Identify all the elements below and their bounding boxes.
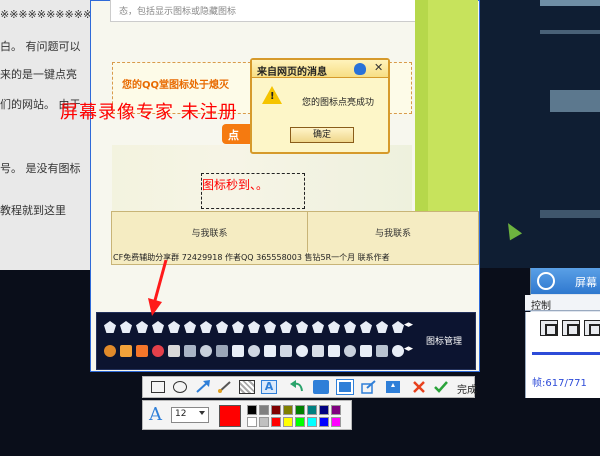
qq-badge-icon[interactable] xyxy=(184,345,196,357)
ellipse-icon[interactable] xyxy=(173,381,187,393)
green-decor-panel xyxy=(428,0,478,212)
article-line: 来的是一键点亮 xyxy=(0,68,77,81)
color-swatch[interactable] xyxy=(283,417,293,427)
contact-link-left[interactable]: 与我联系 xyxy=(112,212,308,252)
done-button[interactable]: 完成 xyxy=(457,381,477,396)
qq-badge-icon[interactable] xyxy=(200,345,212,357)
recorder-controls: 帧:617/771 xyxy=(525,312,600,398)
cancel-icon[interactable] xyxy=(411,380,427,394)
text-tool-icon[interactable]: A xyxy=(261,380,277,394)
save-icon[interactable] xyxy=(313,380,329,394)
qq-badge-icon[interactable] xyxy=(328,345,340,357)
chevron-down-icon[interactable] xyxy=(199,411,205,415)
frame-counter: 帧:617/771 xyxy=(532,378,587,389)
icon-row-nav[interactable]: ◂▸ xyxy=(404,320,413,330)
icon-row-nav[interactable]: ◂▸ xyxy=(404,344,413,354)
tab-control[interactable]: 控制 xyxy=(525,295,600,312)
check-icon[interactable] xyxy=(433,380,449,394)
qq-badge-icon[interactable] xyxy=(344,345,356,357)
dialog-title: 来自网页的消息 xyxy=(252,60,388,78)
qq-badge-icon[interactable] xyxy=(168,345,180,357)
qq-badge-icon[interactable] xyxy=(376,345,388,357)
qq-badge-icon[interactable] xyxy=(296,345,308,357)
qq-badge-icon[interactable] xyxy=(392,345,404,357)
recorder-window: 屏幕 控制 帧:617/771 xyxy=(525,268,600,398)
article-line: 白。 有问题可以 xyxy=(0,40,81,53)
color-swatch[interactable] xyxy=(307,417,317,427)
article-snippet: 态，包括显示图标或隐藏图标 xyxy=(110,0,420,22)
color-swatch[interactable] xyxy=(319,417,329,427)
close-icon[interactable]: ✕ xyxy=(374,61,383,74)
article-line: 号。 是没有图标 xyxy=(0,162,81,175)
qq-badge-icon[interactable] xyxy=(232,345,244,357)
promo-text: 您的QQ堂图标处于熄灭 xyxy=(122,80,230,91)
color-swatch[interactable] xyxy=(247,417,257,427)
stop-button[interactable] xyxy=(562,320,580,336)
article-line: ※※※※※※※※※※※ xyxy=(0,8,102,21)
red-arrow-annotation xyxy=(148,259,168,316)
qq-badge-icon[interactable] xyxy=(104,345,116,357)
qq-badge-icon[interactable] xyxy=(280,345,292,357)
font-size-select[interactable]: 12 xyxy=(171,407,209,423)
color-swatch[interactable] xyxy=(307,405,317,415)
progress-slider[interactable] xyxy=(532,352,600,355)
contact-link-right[interactable]: 与我联系 xyxy=(308,212,478,252)
warning-mark: ! xyxy=(270,91,275,102)
icon-manager-link[interactable]: 图标管理 xyxy=(426,334,462,347)
color-swatch[interactable] xyxy=(259,405,269,415)
color-swatch[interactable] xyxy=(295,417,305,427)
color-swatch[interactable] xyxy=(331,405,341,415)
play-button[interactable] xyxy=(584,320,600,336)
undo-icon[interactable] xyxy=(289,380,305,394)
mosaic-icon[interactable] xyxy=(239,380,255,394)
color-swatch[interactable] xyxy=(283,405,293,415)
qq-badge-icon[interactable] xyxy=(136,345,148,357)
recorder-watermark: 屏幕录像专家 未注册 xyxy=(60,102,238,123)
background-right-panel xyxy=(470,0,600,268)
current-color-swatch[interactable] xyxy=(219,405,241,427)
text-options-bar: A 12 xyxy=(142,400,352,430)
share-icon[interactable] xyxy=(361,380,377,394)
recorder-titlebar[interactable]: 屏幕 xyxy=(531,268,600,294)
color-swatch[interactable] xyxy=(247,405,257,415)
arrow-icon[interactable] xyxy=(195,380,211,394)
qq-badge-icon[interactable] xyxy=(264,345,276,357)
pin-icon[interactable] xyxy=(385,380,401,394)
qq-badge-icon[interactable] xyxy=(248,345,260,357)
copy-icon[interactable] xyxy=(336,379,354,395)
qq-badge-icon[interactable] xyxy=(152,345,164,357)
color-swatch[interactable] xyxy=(271,417,281,427)
qq-badge-icon[interactable] xyxy=(120,345,132,357)
rectangle-icon[interactable] xyxy=(151,381,165,393)
qq-badge-icon[interactable] xyxy=(216,345,228,357)
screenshot-toolbar: A 完成 xyxy=(142,376,477,398)
contact-table: 与我联系 与我联系 CF免费辅助分享群 72429918 作者QQ 365558… xyxy=(111,211,479,265)
icon-manager-panel xyxy=(96,312,476,370)
annotation-text: 图标秒到、。 xyxy=(202,178,269,192)
pause-button[interactable] xyxy=(540,320,558,336)
ok-button[interactable]: 确定 xyxy=(290,127,354,143)
alert-dialog: 来自网页的消息 ✕ ! 您的图标点亮成功 确定 xyxy=(250,58,390,154)
qq-badge-icon[interactable] xyxy=(312,345,324,357)
color-swatch[interactable] xyxy=(331,417,341,427)
qq-badge-icon[interactable] xyxy=(360,345,372,357)
recorder-title: 屏幕 xyxy=(575,276,597,289)
dialog-message: 您的图标点亮成功 xyxy=(302,98,375,108)
recorder-logo-icon xyxy=(537,272,555,290)
shield-icon xyxy=(354,63,366,75)
color-swatch[interactable] xyxy=(259,417,269,427)
color-swatch[interactable] xyxy=(319,405,329,415)
color-swatch[interactable] xyxy=(271,405,281,415)
font-icon: A xyxy=(149,404,162,425)
color-swatch[interactable] xyxy=(295,405,305,415)
article-line: 教程就到这里 xyxy=(0,204,66,217)
brush-icon[interactable] xyxy=(217,380,233,394)
